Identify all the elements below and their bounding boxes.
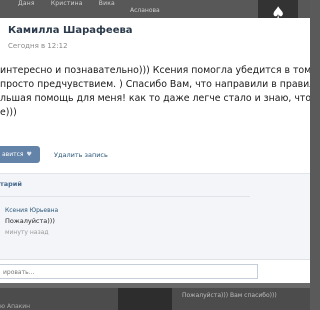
comments-divider	[0, 196, 250, 197]
comment-author[interactable]: Ксения Юрьевна	[5, 207, 58, 214]
background-author-name: ю Апакин	[0, 303, 31, 310]
post-header: Камилла Шарафеева Сегодня в 12:12	[0, 18, 310, 58]
like-button[interactable]: авится ♥	[0, 146, 40, 163]
post-actions: авится ♥ Удалить запись	[0, 142, 310, 164]
comment-timestamp[interactable]: минуту назад	[5, 229, 48, 236]
background-friend-name: Даня	[18, 0, 35, 7]
like-button-label: авится	[2, 151, 24, 158]
background-friend-surname: Асланова	[130, 7, 160, 14]
comment-input[interactable]: ировать...	[0, 264, 258, 279]
background-friend-names: Даня Кристина Вика	[18, 0, 129, 7]
reply-bar: ировать...	[0, 259, 310, 283]
post-text-line: интересно и познавательно))) Ксения помо…	[0, 65, 310, 76]
post-text-line: просто предчувствием. ) Спасибо Вам, что…	[0, 79, 310, 90]
background-comment-text: Пожалуйста))) Вам спасибо)))	[182, 292, 277, 299]
post-body: интересно и познавательно))) Ксения помо…	[0, 64, 310, 120]
post-timestamp[interactable]: Сегодня в 12:12	[8, 42, 68, 50]
background-friend-name: Вика	[98, 0, 115, 7]
post-text-line: е)))	[0, 107, 17, 118]
post-text-line: льшая помощь для меня! как то даже легче…	[0, 93, 310, 104]
comments-title: тарий	[0, 180, 22, 188]
background-friend-name: Кристина	[50, 0, 83, 7]
heart-icon: ♥	[26, 151, 32, 158]
comments-section: тарий Ксения Юрьевна Пожалуйста))) минут…	[0, 173, 310, 260]
delete-post-link[interactable]: Удалить запись	[54, 151, 108, 159]
comment-text: Пожалуйста)))	[5, 217, 55, 225]
background-photo-thumbnail	[118, 288, 172, 310]
post-author-name[interactable]: Камилла Шарафеева	[8, 25, 133, 36]
post-modal: Камилла Шарафеева Сегодня в 12:12 интере…	[0, 18, 310, 283]
